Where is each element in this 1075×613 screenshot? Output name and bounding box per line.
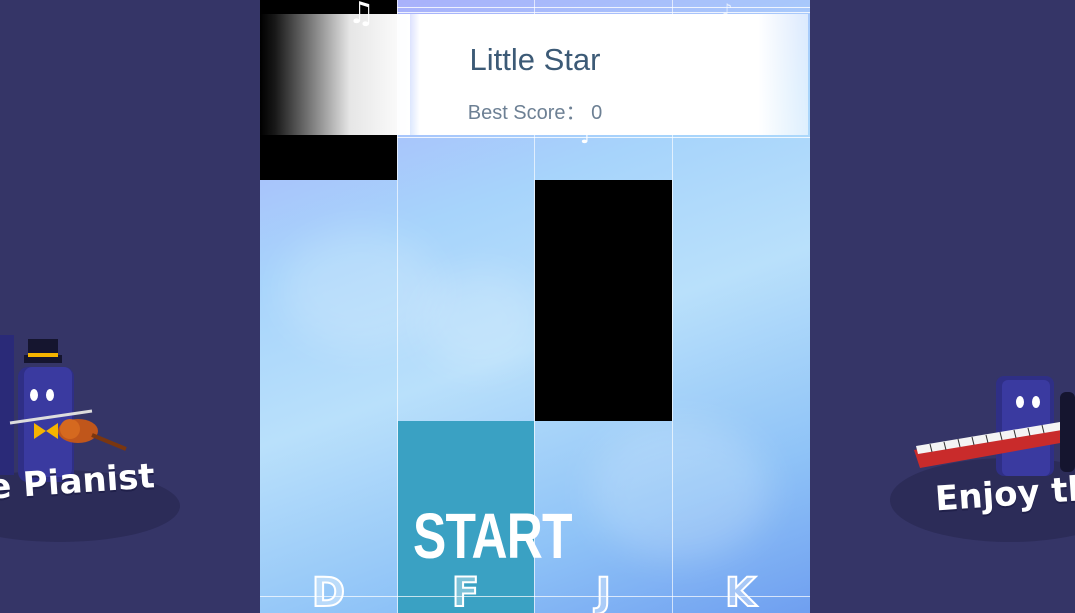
left-decoration: e Pianist [0,0,260,613]
right-decoration: Enjoy th [810,0,1075,613]
key-label-d: D [311,569,346,613]
best-score: Best Score： 0 [260,96,810,125]
music-note-icon: ♫ [348,0,375,31]
start-label: START [412,500,573,572]
best-score-value: 0 [591,102,603,124]
black-tile[interactable] [535,180,672,421]
song-title: Little Star [469,42,601,77]
key-label-f: F [451,569,480,613]
key-label-k: K [724,569,757,613]
music-note-icon: ♪ [722,0,733,19]
game-board[interactable]: START ♫ ♪ ♪ Little Star Best Score： 0 D … [260,0,810,613]
music-note-icon: ♪ [580,124,595,149]
keyboardist-character [914,376,1075,476]
best-score-separator: ： [565,102,586,124]
key-label-j: J [595,569,612,613]
best-score-label: Best Score [467,102,566,124]
